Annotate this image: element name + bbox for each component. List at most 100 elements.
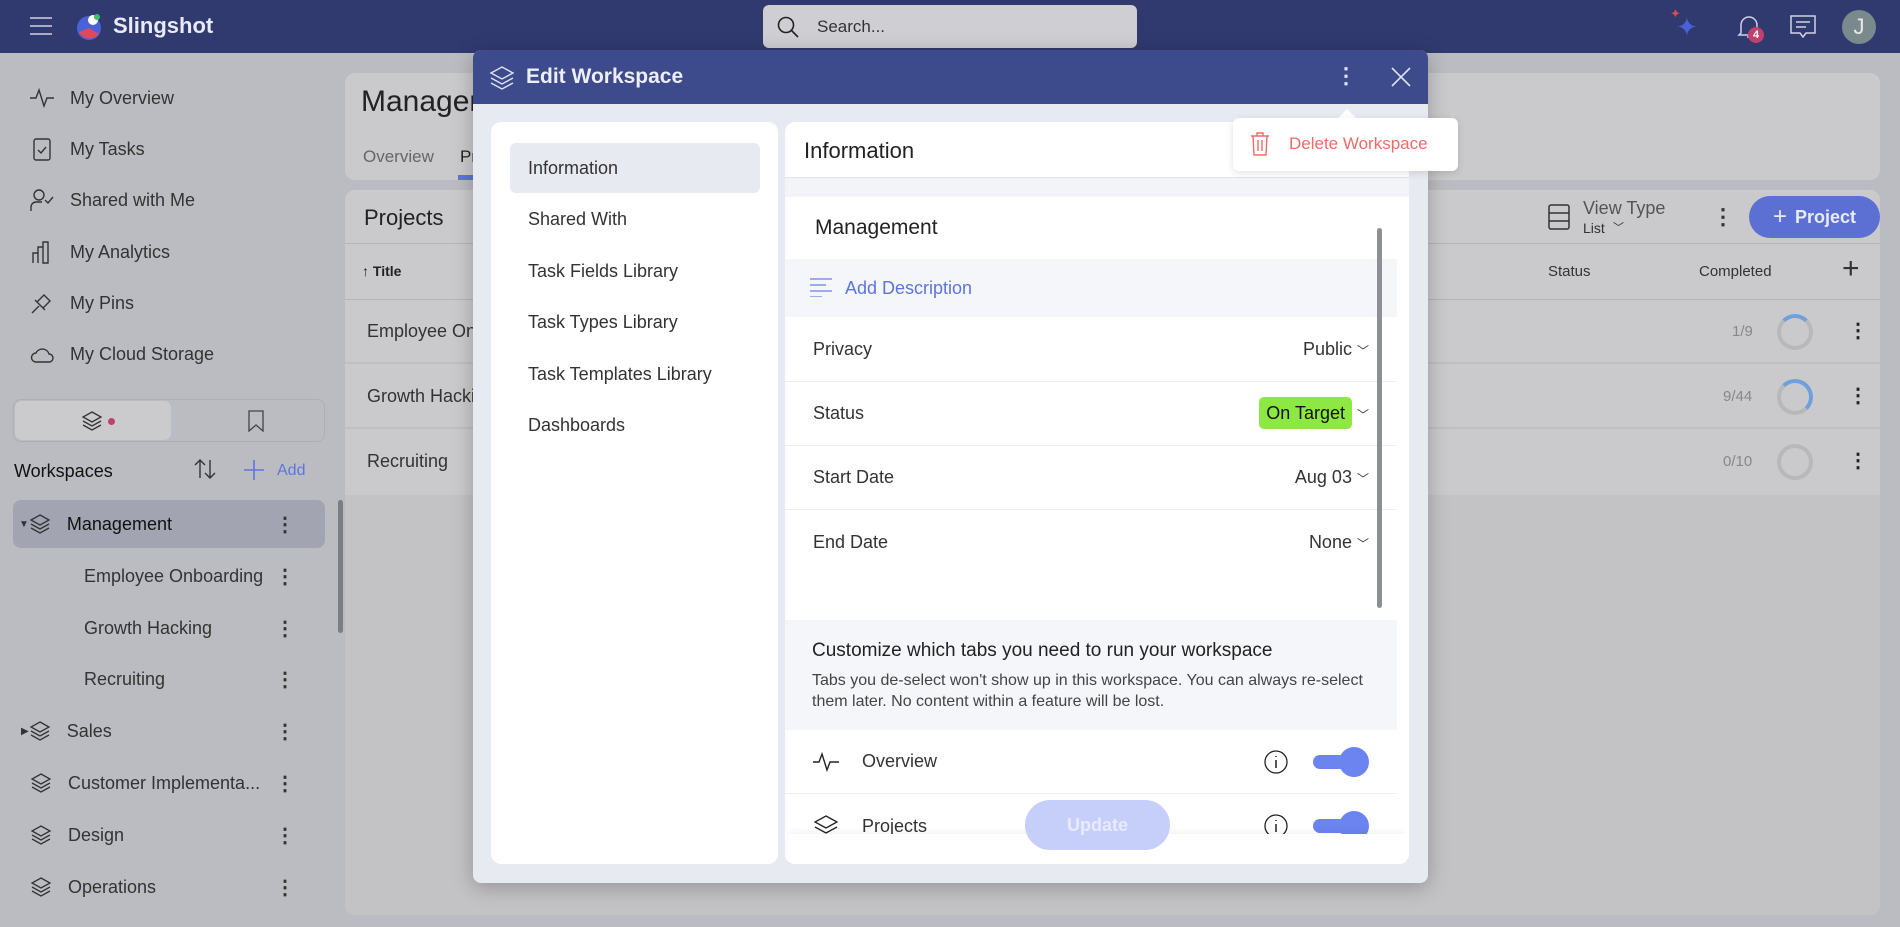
status-field[interactable]: Status On Target ﹀ bbox=[785, 382, 1397, 446]
more-options-icon[interactable]: ⋮ bbox=[1335, 63, 1357, 89]
update-button[interactable]: Update bbox=[1025, 800, 1170, 850]
more-options-icon[interactable]: ⋮ bbox=[275, 512, 295, 537]
dialog-title: Edit Workspace bbox=[526, 65, 684, 88]
caret-down-icon: ▼ bbox=[19, 518, 29, 530]
edit-workspace-dialog: Edit Workspace ⋮ Information Shared With… bbox=[473, 50, 1428, 883]
view-type-icon[interactable] bbox=[1548, 204, 1570, 230]
clipboard-check-icon bbox=[33, 138, 51, 161]
add-workspace-button[interactable]: Add bbox=[277, 462, 305, 480]
more-options-icon[interactable]: ⋮ bbox=[1848, 383, 1868, 408]
workspaces-heading: Workspaces bbox=[14, 461, 113, 481]
tree-item-customer-implementation[interactable]: Customer Implementa... ⋮ bbox=[13, 759, 325, 807]
tree-item-management[interactable]: ▼ Management ⋮ bbox=[13, 500, 325, 548]
dialog-nav: Information Shared With Task Fields Libr… bbox=[491, 122, 778, 864]
nav-task-fields-library[interactable]: Task Fields Library bbox=[510, 246, 760, 296]
end-date-field[interactable]: End Date None ﹀ bbox=[785, 510, 1397, 574]
nav-dashboards[interactable]: Dashboards bbox=[510, 400, 760, 450]
sidebar-scrollbar[interactable] bbox=[338, 500, 343, 633]
sidebar-item-my-analytics[interactable]: My Analytics bbox=[0, 229, 330, 275]
more-options-icon[interactable]: ⋮ bbox=[1712, 204, 1734, 230]
layers-icon bbox=[81, 411, 103, 431]
layers-icon bbox=[29, 721, 51, 741]
tree-item-recruiting[interactable]: Recruiting ⋮ bbox=[13, 655, 325, 703]
tab-overview[interactable]: Overview bbox=[363, 147, 434, 167]
privacy-dropdown[interactable]: Public ﹀ bbox=[1303, 339, 1369, 360]
pin-icon bbox=[31, 294, 51, 314]
status-dropdown[interactable]: On Target ﹀ bbox=[1259, 397, 1369, 429]
more-options-icon[interactable]: ⋮ bbox=[1848, 318, 1868, 343]
messages-icon[interactable] bbox=[1790, 15, 1816, 39]
chevron-down-icon: ﹀ bbox=[1356, 408, 1369, 422]
panel-scrollbar[interactable] bbox=[1377, 228, 1382, 608]
sidebar-item-my-cloud-storage[interactable]: My Cloud Storage bbox=[0, 331, 330, 377]
tree-item-employee-onboarding[interactable]: Employee Onboarding ⋮ bbox=[13, 552, 325, 600]
more-options-icon[interactable]: ⋮ bbox=[1848, 448, 1868, 473]
column-header-title[interactable]: ↑ Title bbox=[362, 263, 401, 279]
sidebar-item-shared-with-me[interactable]: Shared with Me bbox=[0, 177, 330, 223]
close-icon[interactable] bbox=[1391, 67, 1411, 87]
search-input[interactable]: Search... bbox=[763, 5, 1137, 48]
tree-item-design[interactable]: Design ⋮ bbox=[13, 811, 325, 859]
info-icon[interactable] bbox=[1263, 749, 1289, 775]
chevron-down-icon: ﹀ bbox=[1356, 536, 1369, 551]
add-icon[interactable] bbox=[244, 460, 264, 480]
add-description-button[interactable]: Add Description bbox=[785, 259, 1397, 317]
hamburger-menu-icon[interactable] bbox=[30, 17, 52, 35]
more-options-icon[interactable]: ⋮ bbox=[275, 667, 295, 692]
unread-dot bbox=[108, 418, 115, 425]
sort-icon[interactable] bbox=[193, 457, 217, 481]
progress-ring bbox=[1777, 379, 1813, 415]
sidebar-view-toggle bbox=[13, 399, 325, 442]
user-check-icon bbox=[30, 189, 54, 211]
more-options-icon[interactable]: ⋮ bbox=[275, 616, 295, 641]
start-date-picker[interactable]: Aug 03 ﹀ bbox=[1295, 467, 1369, 488]
layers-icon bbox=[30, 877, 52, 897]
nav-shared-with[interactable]: Shared With bbox=[510, 194, 760, 244]
add-column-icon[interactable]: + bbox=[1842, 252, 1860, 286]
chevron-down-icon: ﹀ bbox=[1356, 344, 1369, 358]
more-options-icon[interactable]: ⋮ bbox=[275, 771, 295, 796]
status-badge: On Target bbox=[1259, 397, 1352, 429]
overview-toggle[interactable] bbox=[1313, 746, 1369, 777]
workspace-name-field[interactable]: Management bbox=[815, 216, 938, 240]
divider bbox=[785, 177, 1409, 197]
caret-right-icon: ▶ bbox=[21, 725, 29, 737]
delete-workspace-menu-item[interactable]: Delete Workspace bbox=[1233, 118, 1458, 171]
start-date-field[interactable]: Start Date Aug 03 ﹀ bbox=[785, 446, 1397, 510]
section-title: Information bbox=[804, 138, 915, 163]
projects-title: Projects bbox=[364, 205, 444, 230]
column-header-status[interactable]: Status bbox=[1548, 263, 1591, 280]
nav-information[interactable]: Information bbox=[510, 143, 760, 193]
tree-item-growth-hacking[interactable]: Growth Hacking ⋮ bbox=[13, 604, 325, 652]
workspaces-tab[interactable] bbox=[15, 401, 171, 440]
sidebar-item-my-tasks[interactable]: My Tasks bbox=[0, 126, 330, 172]
notification-count-badge: 4 bbox=[1748, 27, 1764, 43]
more-options-icon[interactable]: ⋮ bbox=[275, 719, 295, 744]
sidebar-item-my-overview[interactable]: My Overview bbox=[0, 75, 330, 121]
more-options-icon[interactable]: ⋮ bbox=[275, 875, 295, 900]
view-type-label[interactable]: View Type bbox=[1583, 198, 1665, 219]
view-type-value[interactable]: List bbox=[1583, 220, 1605, 236]
sidebar-item-my-pins[interactable]: My Pins bbox=[0, 280, 330, 326]
more-options-icon[interactable]: ⋮ bbox=[275, 564, 295, 589]
layers-icon bbox=[30, 825, 52, 845]
progress-ring bbox=[1777, 314, 1813, 350]
ai-sparkle-icon[interactable]: ✦ ✦ bbox=[1670, 6, 1698, 43]
cloud-icon bbox=[30, 348, 54, 363]
tree-item-sales[interactable]: ▶ Sales ⋮ bbox=[13, 707, 325, 755]
layers-icon bbox=[30, 773, 52, 793]
nav-task-types-library[interactable]: Task Types Library bbox=[510, 297, 760, 347]
user-avatar[interactable]: J bbox=[1842, 10, 1876, 44]
nav-task-templates-library[interactable]: Task Templates Library bbox=[510, 349, 760, 399]
add-project-button[interactable]: + Project bbox=[1749, 196, 1880, 238]
progress-ring bbox=[1777, 444, 1813, 480]
privacy-field[interactable]: Privacy Public ﹀ bbox=[785, 318, 1397, 382]
more-options-icon[interactable]: ⋮ bbox=[275, 823, 295, 848]
bookmark-icon[interactable] bbox=[248, 410, 264, 432]
app-name: Slingshot bbox=[113, 13, 214, 38]
information-panel: Information Management Add Description P… bbox=[785, 122, 1409, 864]
end-date-picker[interactable]: None ﹀ bbox=[1309, 532, 1369, 553]
tree-item-operations[interactable]: Operations ⋮ bbox=[13, 863, 325, 911]
column-header-completed[interactable]: Completed bbox=[1699, 263, 1772, 280]
trash-icon bbox=[1251, 132, 1269, 156]
